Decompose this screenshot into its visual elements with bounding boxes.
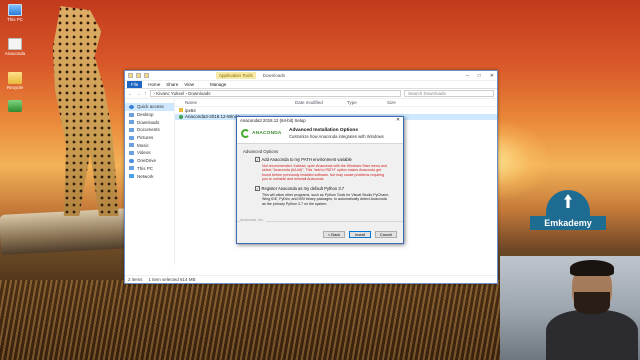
music-icon [129, 143, 134, 148]
header-title: Advanced Installation Options [289, 128, 359, 133]
up-arrow-icon[interactable]: ↑ [144, 91, 147, 97]
properties-icon[interactable] [136, 73, 141, 78]
documents-icon [129, 127, 134, 132]
nav-item-music[interactable]: Music [125, 141, 174, 149]
maximize-icon[interactable]: □ [478, 73, 481, 79]
default-python-option[interactable]: ✓ Register Anaconda as my default Python… [255, 186, 391, 191]
column-headers: Name Date modified Type Size [175, 99, 497, 107]
path-option[interactable]: ✓ Add Anaconda to my PATH environment va… [255, 157, 391, 162]
nav-item-network[interactable]: Network [125, 172, 174, 180]
dialog-footer: Anaconda, Inc. < Back Install Cancel [237, 218, 403, 243]
column-size[interactable]: Size [387, 100, 396, 105]
nav-item-documents[interactable]: Documents [125, 126, 174, 134]
anaconda-ring-icon [241, 129, 250, 138]
desktop-icon [129, 112, 134, 117]
close-icon[interactable]: ✕ [393, 117, 403, 124]
close-icon[interactable]: ✕ [490, 73, 494, 79]
path-checkbox[interactable]: ✓ [255, 157, 260, 162]
desktop-icon-anaconda[interactable]: Anaconda [0, 38, 30, 56]
desktop-icon-this-pc[interactable]: This PC [0, 4, 30, 22]
header-subtitle: Customize how Anaconda integrates with W… [289, 134, 384, 139]
installer-icon [179, 114, 183, 119]
badge-text: Emkademy [530, 216, 606, 230]
new-folder-icon[interactable] [144, 73, 149, 78]
window-title: Downloads [262, 73, 285, 78]
tab-view[interactable]: View [184, 82, 194, 87]
explorer-titlebar: Application Tools Downloads – □ ✕ [125, 71, 497, 81]
dialog-buttons: < Back Install Cancel [323, 231, 397, 238]
navigation-pane: Quick access Desktop Downloads Documents… [125, 99, 175, 265]
path-warning-text: Not recommended. Instead, open Anaconda … [262, 164, 387, 181]
status-bar: 2 items 1 item selected 614 MB [125, 275, 497, 283]
pc-icon [129, 166, 134, 171]
nav-item-quick-access[interactable]: Quick access [125, 103, 174, 111]
default-python-checkbox[interactable]: ✓ [255, 186, 260, 191]
folder-icon [179, 108, 183, 113]
minimize-icon[interactable]: – [466, 73, 469, 79]
webcam-overlay [500, 256, 640, 360]
status-item-count: 2 items [128, 277, 143, 282]
header-text: Advanced Installation Options Customize … [289, 128, 384, 139]
nav-item-this-pc[interactable]: This PC [125, 165, 174, 173]
desktop-icon-recycle[interactable]: Recycle [0, 72, 30, 90]
star-icon [129, 104, 134, 109]
download-icon [129, 120, 134, 125]
presenter-beard [574, 292, 610, 314]
install-button[interactable]: Install [349, 231, 371, 238]
column-type[interactable]: Type [347, 100, 387, 105]
document-icon [8, 38, 22, 50]
nav-item-pictures[interactable]: Pictures [125, 134, 174, 142]
pictures-icon [129, 135, 134, 140]
network-icon [129, 174, 134, 179]
cloud-icon [129, 158, 134, 163]
status-selection: 1 item selected 614 MB [148, 277, 196, 282]
nav-item-videos[interactable]: Videos [125, 149, 174, 157]
options-group: ✓ Add Anaconda to my PATH environment va… [255, 157, 391, 206]
nav-item-desktop[interactable]: Desktop [125, 111, 174, 119]
dialog-body: Advanced Options ✓ Add Anaconda to my PA… [237, 144, 403, 206]
tab-manage[interactable]: Manage [210, 82, 226, 87]
anaconda-logo: ANACONDA [241, 129, 285, 138]
default-python-description: This will allow other programs, such as … [262, 193, 390, 206]
back-button[interactable]: < Back [323, 231, 345, 238]
cancel-button[interactable]: Cancel [375, 231, 397, 238]
search-input[interactable]: Search Downloads [404, 90, 494, 97]
recycle-bin-icon [8, 72, 22, 84]
presenter-body [546, 310, 638, 360]
window-controls: – □ ✕ [466, 73, 494, 79]
videos-icon [129, 150, 134, 155]
address-row: ← → ↑ › Kivanc Yuksel › Downloads Search… [125, 89, 497, 99]
anaconda-setup-dialog: Anaconda3 2018.12 (64-bit) Setup ✕ ANACO… [236, 116, 404, 244]
section-label: Advanced Options [243, 149, 279, 154]
nav-item-onedrive[interactable]: OneDrive [125, 157, 174, 165]
forward-arrow-icon[interactable]: → [136, 91, 141, 97]
tab-home[interactable]: Home [148, 82, 160, 87]
emkademy-badge: Emkademy [530, 190, 606, 245]
application-tools-tab[interactable]: Application Tools [216, 72, 256, 79]
tab-file[interactable]: File [127, 81, 143, 88]
tab-share[interactable]: Share [166, 82, 178, 87]
app-icon [8, 100, 22, 112]
back-arrow-icon[interactable]: ← [128, 91, 133, 97]
brand-label: Anaconda, Inc. [240, 218, 266, 222]
pc-icon [8, 4, 22, 16]
dialog-header: ANACONDA Advanced Installation Options C… [237, 124, 403, 144]
nav-item-downloads[interactable]: Downloads [125, 118, 174, 126]
address-bar[interactable]: › Kivanc Yuksel › Downloads [149, 90, 401, 97]
folder-icon[interactable] [128, 73, 133, 78]
dialog-title: Anaconda3 2018.12 (64-bit) Setup [240, 118, 306, 123]
cheetah-wallpaper [52, 6, 119, 216]
desktop-icon-app[interactable] [0, 100, 30, 113]
ribbon-tabs: File Home Share View Manage [125, 81, 497, 89]
dialog-titlebar: Anaconda3 2018.12 (64-bit) Setup ✕ [237, 117, 403, 124]
default-python-label: Register Anaconda as my default Python 3… [261, 186, 345, 192]
column-name[interactable]: Name [185, 100, 295, 105]
presenter-hair [570, 260, 614, 276]
column-date-modified[interactable]: Date modified [295, 100, 347, 105]
path-option-label: Add Anaconda to my PATH environment vari… [261, 157, 352, 162]
